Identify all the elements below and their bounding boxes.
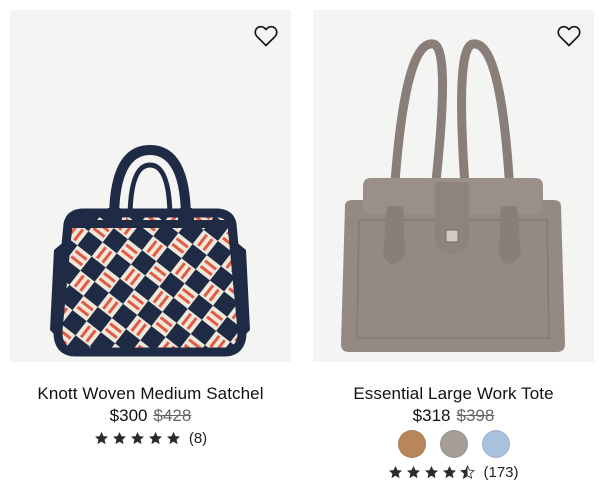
- swatch-taupe[interactable]: [439, 430, 468, 458]
- rating[interactable]: (173): [313, 464, 594, 481]
- favorite-button[interactable]: [557, 25, 581, 47]
- review-count[interactable]: (173): [483, 464, 518, 481]
- product-name[interactable]: Knott Woven Medium Satchel: [10, 384, 291, 404]
- product-image-essential-tote[interactable]: [313, 10, 594, 362]
- swatch-light-blue[interactable]: [481, 430, 510, 458]
- review-count[interactable]: (8): [189, 430, 207, 447]
- tote-image: [341, 39, 565, 352]
- star-icon: [425, 465, 439, 479]
- price: $318 $398: [313, 406, 594, 426]
- color-swatches: [313, 430, 594, 458]
- heart-outline-icon[interactable]: [557, 25, 581, 47]
- product-card-essential-tote[interactable]: Essential Large Work Tote $318 $398 (173): [313, 10, 594, 490]
- star-icon: [148, 431, 162, 445]
- product-card-knott-satchel[interactable]: Knott Woven Medium Satchel $300 $428 (8): [10, 10, 291, 490]
- star-icon: [389, 465, 403, 479]
- star-icon: [130, 431, 144, 445]
- star-icon: [94, 431, 108, 445]
- sale-price: $318: [412, 406, 451, 425]
- star-rating: [388, 465, 476, 480]
- star-icon: [407, 465, 421, 479]
- original-price: $398: [456, 406, 495, 425]
- sale-price: $300: [109, 406, 148, 425]
- swatch-tan[interactable]: [397, 430, 426, 458]
- product-name[interactable]: Essential Large Work Tote: [313, 384, 594, 404]
- price: $300 $428: [10, 406, 291, 426]
- favorite-button[interactable]: [254, 25, 278, 47]
- star-icon: [166, 431, 180, 445]
- star-half-icon: [460, 465, 476, 479]
- satchel-image: [50, 144, 250, 357]
- rating[interactable]: (8): [10, 430, 291, 447]
- heart-outline-icon[interactable]: [254, 25, 278, 47]
- star-icon: [112, 431, 126, 445]
- star-icon: [443, 465, 457, 479]
- original-price: $428: [153, 406, 192, 425]
- star-rating: [94, 431, 181, 446]
- product-image-knott-satchel[interactable]: [10, 10, 291, 362]
